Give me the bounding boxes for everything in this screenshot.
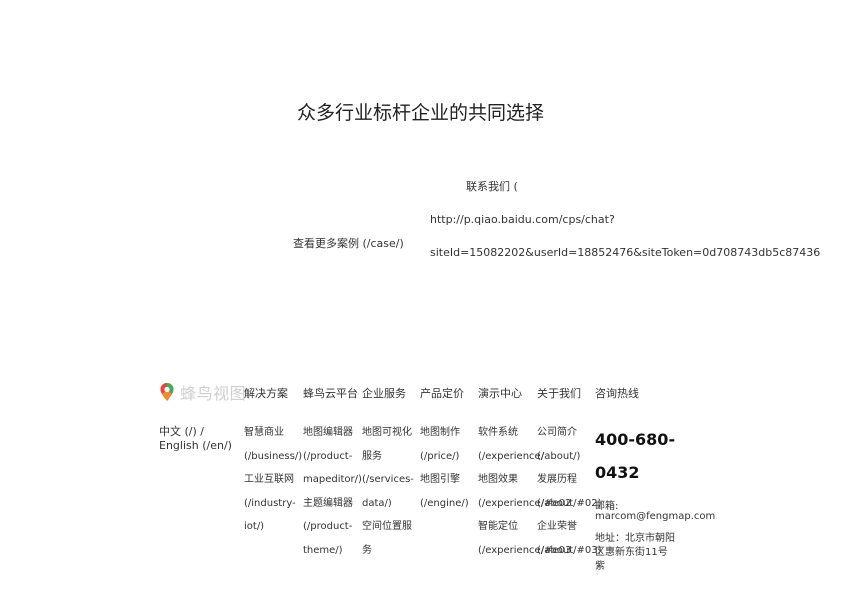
contact-line-3: siteId=15082202&userId=18852476&siteToke… [430, 246, 821, 259]
footer-link[interactable]: (/about/) [537, 445, 602, 469]
hotline-number-part-2: 0432 [595, 463, 640, 482]
footer-link[interactable]: 地图制作 [420, 421, 469, 445]
language-switcher[interactable]: 中文 (/) / English (/en/) [159, 425, 243, 453]
footer-logo[interactable]: 蜂鸟视图 [159, 380, 249, 402]
footer-link[interactable]: 地图可视化 [362, 421, 414, 445]
footer-col-pricing: 地图制作 (/price/) 地图引擎 (/engine/) [420, 421, 469, 515]
footer-link[interactable]: iot/) [244, 515, 302, 539]
footer-link[interactable]: theme/) [303, 539, 362, 563]
footer-link[interactable]: 企业荣誉 [537, 515, 602, 539]
hotline-number-part-1: 400-680- [595, 430, 676, 449]
footer-col-services: 地图可视化 服务 (/services- data/) 空间位置服 务 [362, 421, 414, 562]
footer-link[interactable]: (/product- [303, 515, 362, 539]
footer-link[interactable]: (/services- [362, 468, 414, 492]
footer-link[interactable]: (/about/#02) [537, 492, 602, 516]
footer-link[interactable]: 地图编辑器 [303, 421, 362, 445]
footer-link[interactable]: 空间位置服 [362, 515, 414, 539]
footer-col-demo-title: 演示中心 [478, 387, 522, 400]
section-headline: 众多行业标杆企业的共同选择 [296, 102, 544, 124]
contact-line-1: 联系我们 ( [466, 180, 518, 193]
footer-col-solutions-title: 解决方案 [244, 387, 288, 400]
footer-link[interactable]: (/business/) [244, 445, 302, 469]
footer-link[interactable]: (/engine/) [420, 492, 469, 516]
footer-link[interactable]: 公司简介 [537, 421, 602, 445]
footer-link[interactable]: (/about/#03) [537, 539, 602, 563]
hotline-number: 400-680- 0432 [595, 423, 675, 489]
footer-link[interactable]: data/) [362, 492, 414, 516]
footer-link[interactable]: 主题编辑器 [303, 492, 362, 516]
footer-col-pricing-title: 产品定价 [420, 387, 464, 400]
footer-link[interactable]: (/product- [303, 445, 362, 469]
contact-line-2: http://p.qiao.baidu.com/cps/chat? [430, 213, 615, 226]
footer-col-about: 公司简介 (/about/) 发展历程 (/about/#02) 企业荣誉 (/… [537, 421, 602, 562]
address-text: 地址：北京市朝阳区惠新东街11号紫 [595, 533, 675, 572]
footer-link[interactable]: 务 [362, 539, 414, 563]
footer-link[interactable]: 工业互联网 [244, 468, 302, 492]
footer-col-hotline-title: 咨询热线 [595, 387, 639, 400]
footer-link[interactable]: 智慧商业 [244, 421, 302, 445]
email-link[interactable]: marcom@fengmap.com [595, 511, 715, 522]
footer-col-services-title: 企业服务 [362, 387, 406, 400]
footer-link[interactable]: 服务 [362, 445, 414, 469]
footer-link[interactable]: mapeditor/) [303, 468, 362, 492]
footer-link[interactable]: 发展历程 [537, 468, 602, 492]
email-label: 邮箱: [595, 501, 619, 512]
footer-col-cloud-title: 蜂鸟云平台 [303, 387, 358, 400]
footer-link[interactable]: 地图引擎 [420, 468, 469, 492]
map-pin-logo-icon [159, 382, 175, 402]
footer-col-cloud: 地图编辑器 (/product- mapeditor/) 主题编辑器 (/pro… [303, 421, 362, 562]
contact-us-link[interactable]: 联系我们 ( http://p.qiao.baidu.com/cps/chat?… [430, 170, 841, 269]
footer-col-about-title: 关于我们 [537, 387, 581, 400]
footer-link[interactable]: (/price/) [420, 445, 469, 469]
footer-link[interactable]: (/industry- [244, 492, 302, 516]
more-cases-link[interactable]: 查看更多案例 (/case/) [293, 235, 404, 251]
footer-col-solutions: 智慧商业 (/business/) 工业互联网 (/industry- iot/… [244, 421, 302, 539]
logo-brand-text: 蜂鸟视图 [180, 384, 247, 402]
